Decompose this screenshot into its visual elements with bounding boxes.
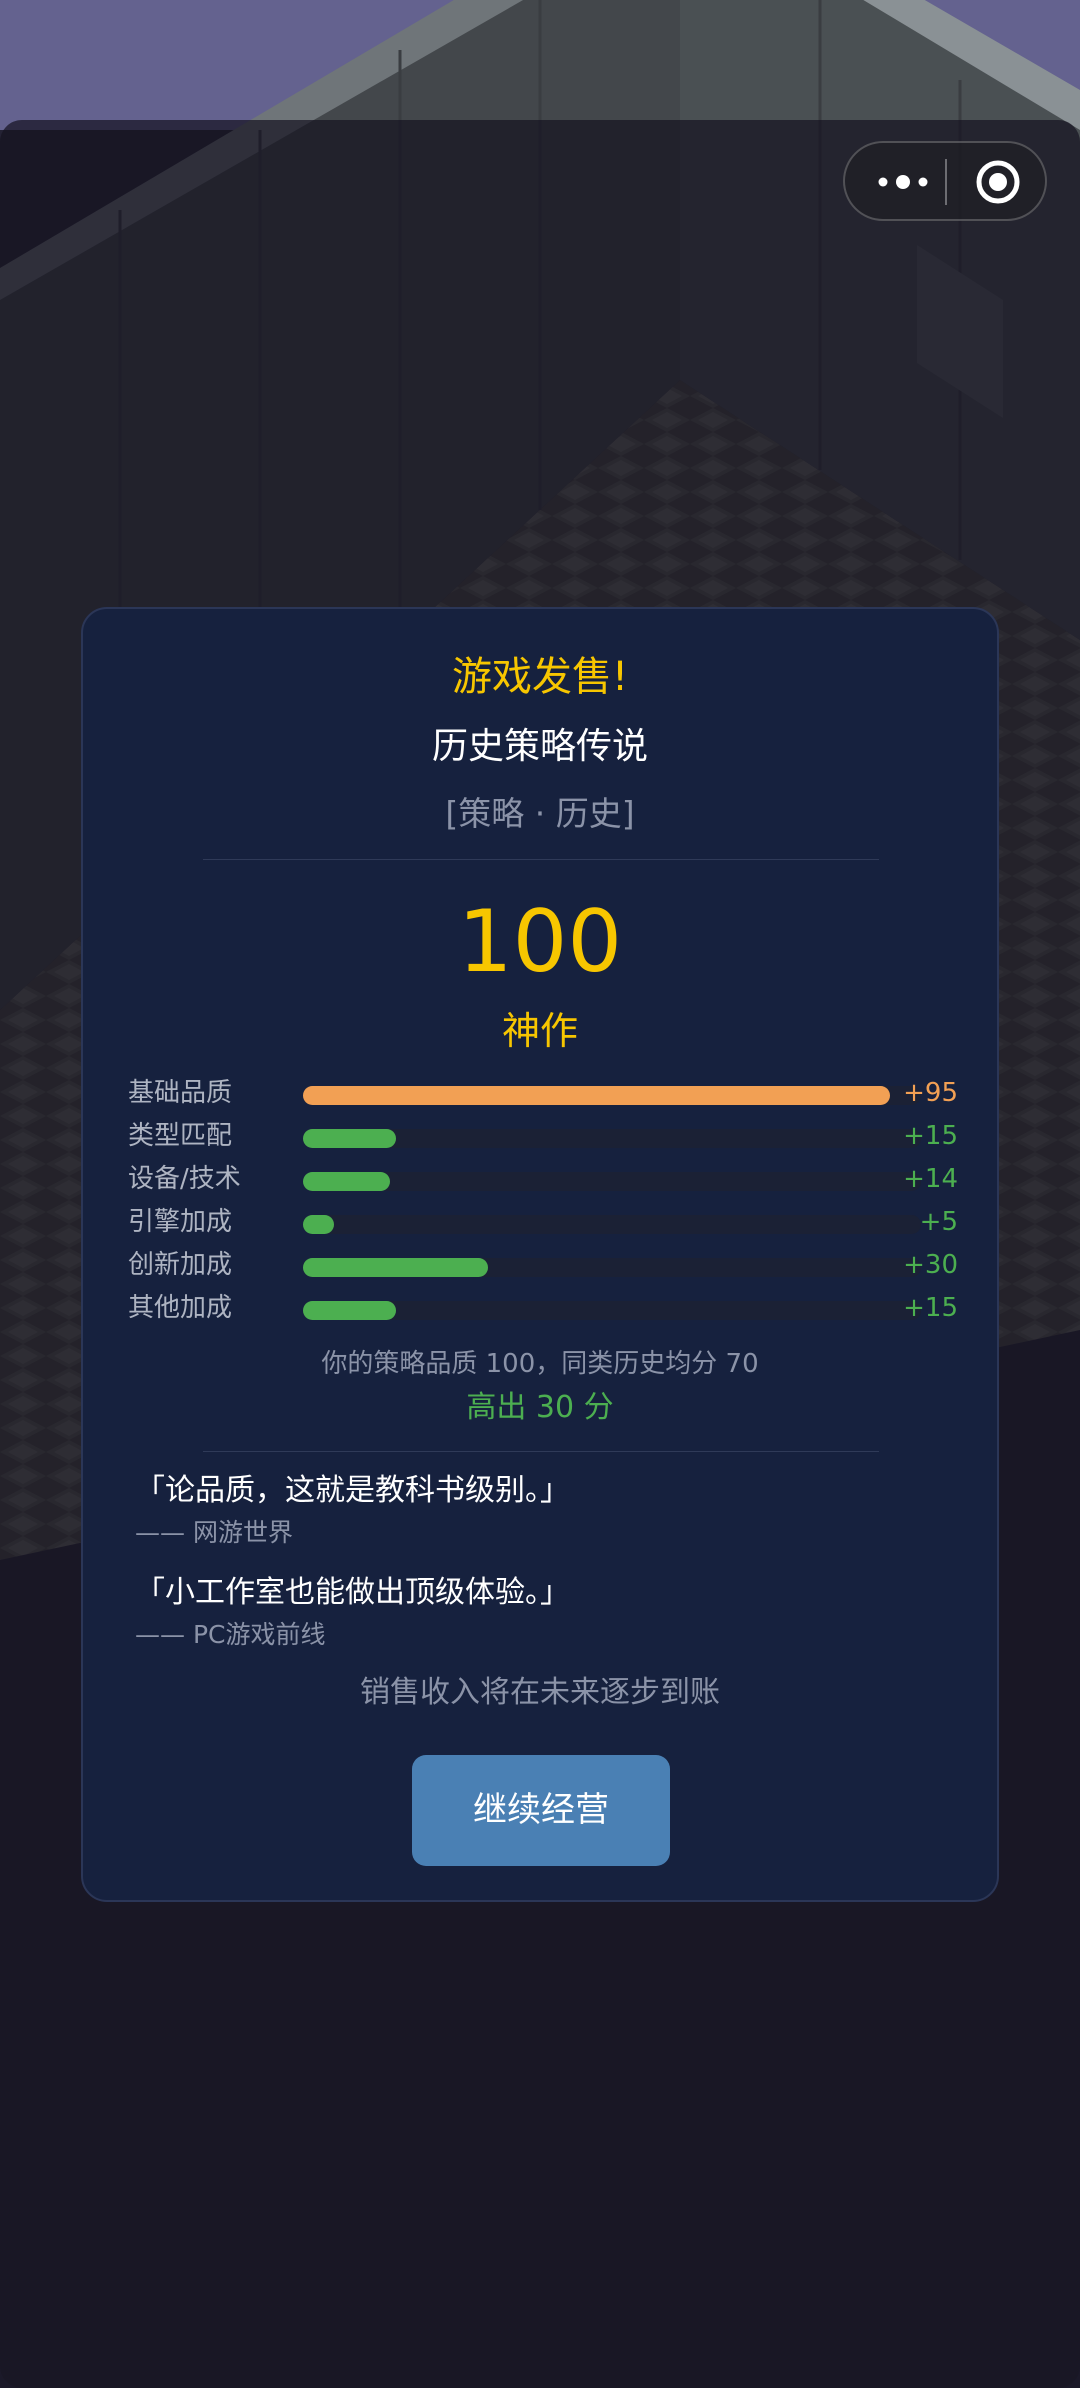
breakdown-track [303, 1086, 921, 1105]
breakdown-label: 基础品质 [128, 1078, 233, 1108]
sales-note: 销售收入将在未来逐步到账 [360, 1675, 720, 1710]
review-source: —— PC游戏前线 [135, 1620, 326, 1649]
genre-tags: [策略 · 历史] [445, 794, 635, 833]
target-circle-icon[interactable] [975, 159, 1021, 205]
breakdown-value: +14 [903, 1164, 958, 1194]
breakdown-row-other: 其他加成 +15 [128, 1288, 958, 1328]
review-quote: 「小工作室也能做出顶级体验。」 [135, 1575, 570, 1610]
continue-button[interactable]: 继续经营 [412, 1755, 670, 1866]
breakdown-bar [303, 1129, 396, 1148]
breakdown-track [303, 1258, 921, 1277]
breakdown-row-base: 基础品质 +95 [128, 1073, 958, 1113]
more-dots-icon[interactable] [873, 167, 933, 197]
breakdown-row-equipment: 设备/技术 +14 [128, 1159, 958, 1199]
breakdown-value: +15 [903, 1121, 958, 1151]
review-quote: 「论品质，这就是教科书级别。」 [135, 1473, 570, 1508]
breakdown-bar [303, 1258, 489, 1277]
breakdown-value: +30 [903, 1250, 958, 1280]
breakdown-track [303, 1172, 921, 1191]
divider [203, 1451, 879, 1452]
breakdown-bar [303, 1301, 396, 1320]
quality-score: 100 [457, 892, 623, 992]
breakdown-label: 引擎加成 [128, 1207, 233, 1237]
breakdown-track [303, 1129, 921, 1148]
score-difference: 高出 30 分 [466, 1390, 614, 1425]
breakdown-bar [303, 1215, 334, 1234]
breakdown-track [303, 1301, 921, 1320]
rating-label: 神作 [501, 1009, 578, 1053]
breakdown-label: 类型匹配 [128, 1121, 233, 1151]
breakdown-row-genre-match: 类型匹配 +15 [128, 1116, 958, 1156]
breakdown-row-innovation: 创新加成 +30 [128, 1245, 958, 1285]
breakdown-row-engine: 引擎加成 +5 [128, 1202, 958, 1242]
game-name: 历史策略传说 [431, 726, 648, 767]
review-source: —— 网游世界 [135, 1518, 293, 1547]
breakdown-value: +95 [903, 1078, 958, 1108]
panel-title: 游戏发售! [451, 654, 629, 700]
capsule-divider [945, 159, 947, 205]
genre-comparison-text: 你的策略品质 100，同类历史均分 70 [321, 1349, 759, 1379]
breakdown-label: 其他加成 [128, 1293, 233, 1323]
breakdown-bar [303, 1172, 390, 1191]
breakdown-value: +5 [919, 1207, 958, 1237]
breakdown-label: 设备/技术 [128, 1164, 241, 1194]
breakdown-bar [303, 1086, 891, 1105]
breakdown-track [303, 1215, 921, 1234]
release-result-panel: 游戏发售! 历史策略传说 [策略 · 历史] 100 神作 基础品质 +95 类… [81, 607, 999, 1902]
miniprogram-capsule [843, 141, 1047, 221]
breakdown-label: 创新加成 [128, 1250, 233, 1280]
breakdown-value: +15 [903, 1293, 958, 1323]
divider [203, 859, 879, 860]
